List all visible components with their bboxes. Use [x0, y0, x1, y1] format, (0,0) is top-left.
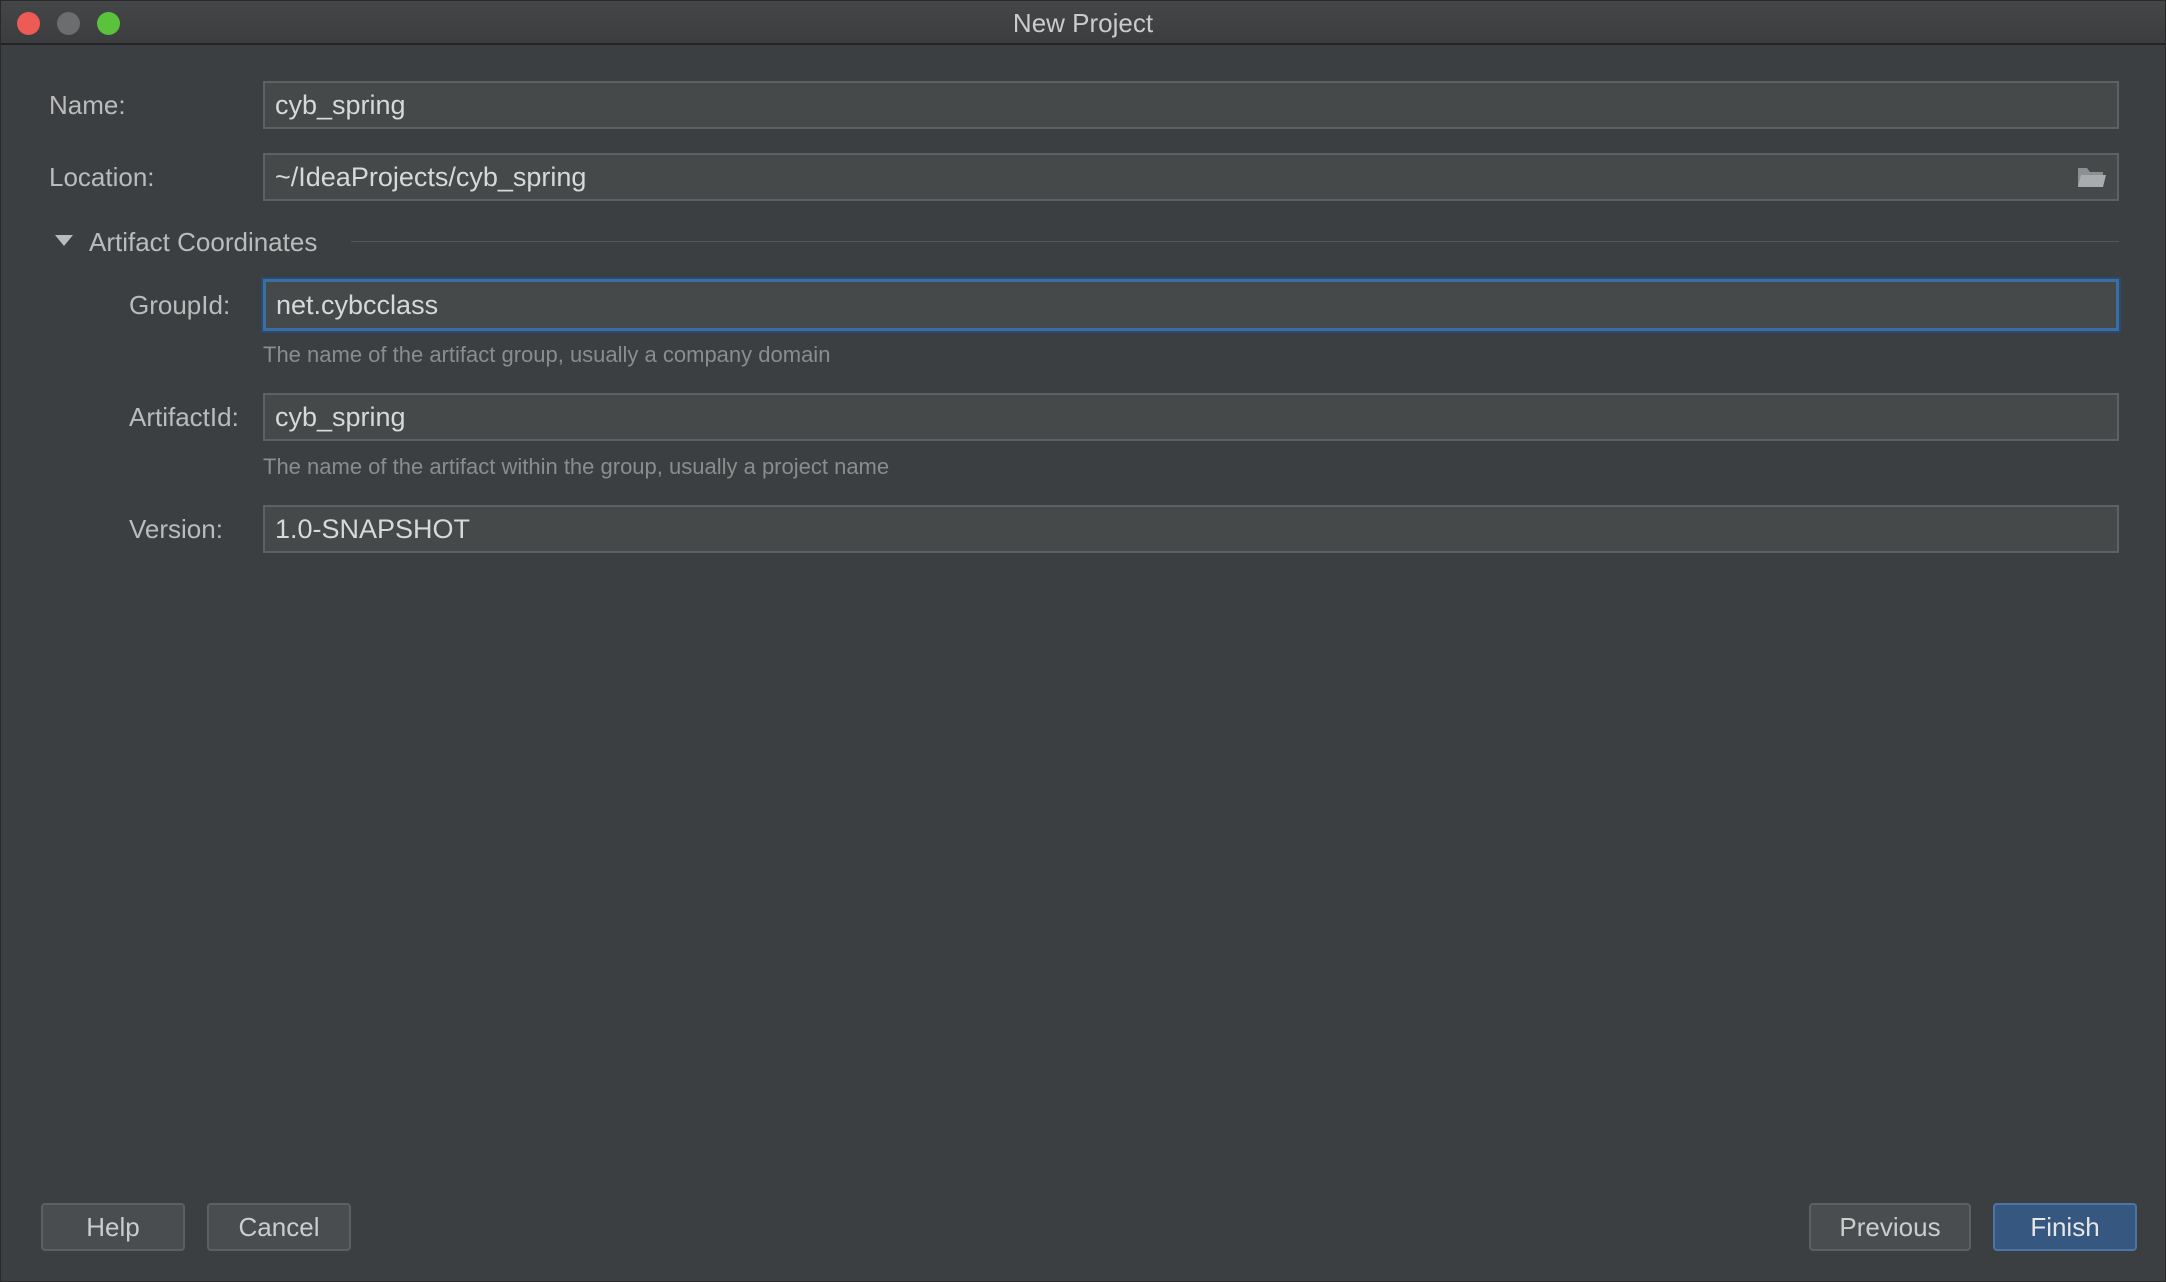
section-divider: [351, 241, 2119, 242]
cancel-button[interactable]: Cancel: [207, 1203, 351, 1251]
location-field-container: [263, 153, 2119, 201]
finish-button[interactable]: Finish: [1993, 1203, 2137, 1251]
title-bar[interactable]: New Project: [1, 1, 2165, 45]
name-label: Name:: [49, 90, 126, 120]
name-input[interactable]: [265, 83, 2117, 127]
location-input[interactable]: [265, 155, 2117, 199]
group-id-label: GroupId:: [129, 290, 231, 320]
version-input[interactable]: [265, 507, 2117, 551]
artifact-id-hint: The name of the artifact within the grou…: [263, 454, 890, 479]
location-label: Location:: [49, 162, 155, 192]
previous-button[interactable]: Previous: [1809, 1203, 1971, 1251]
version-label: Version:: [129, 514, 223, 544]
artifact-coordinates-label: Artifact Coordinates: [89, 227, 318, 257]
folder-icon[interactable]: [2077, 164, 2107, 190]
name-field-container: [263, 81, 2119, 129]
group-id-field-container: [263, 279, 2119, 331]
artifact-id-label: ArtifactId:: [129, 402, 239, 432]
help-button[interactable]: Help: [41, 1203, 185, 1251]
group-id-hint: The name of the artifact group, usually …: [263, 342, 831, 367]
group-id-input[interactable]: [266, 282, 2116, 328]
new-project-dialog: New Project Name: Location: Artifact Coo…: [0, 0, 2166, 1282]
window-title: New Project: [1012, 8, 1154, 38]
artifact-id-input[interactable]: [265, 395, 2117, 439]
version-field-container: [263, 505, 2119, 553]
artifact-id-field-container: [263, 393, 2119, 441]
chevron-down-icon: [55, 235, 73, 246]
